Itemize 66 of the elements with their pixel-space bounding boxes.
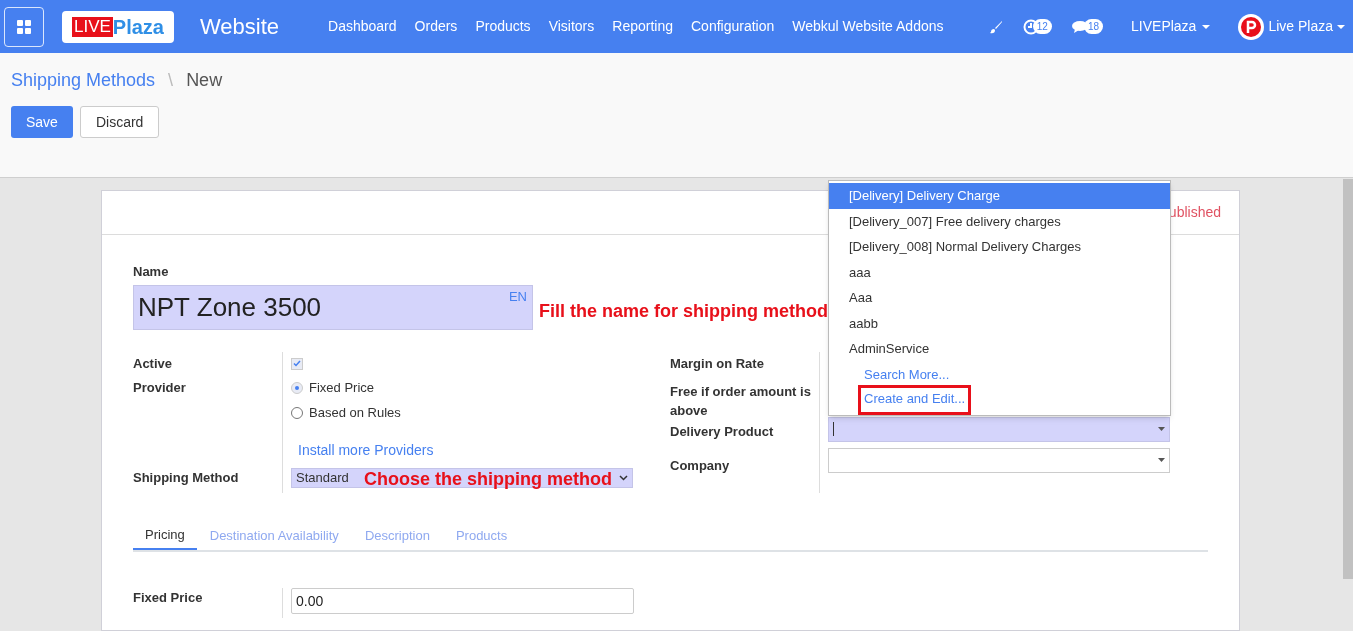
breadcrumb-link[interactable]: Shipping Methods (11, 67, 156, 94)
field-label: Free if order amount is above (670, 382, 812, 420)
tab[interactable]: Pricing (133, 521, 197, 550)
tab[interactable]: Destination Availability (196, 521, 352, 550)
option-label: Fixed Price (309, 379, 375, 398)
scrollbar[interactable] (1343, 179, 1353, 579)
shipping-method-select[interactable]: Standard Choose the shipping method (291, 467, 633, 488)
field-label: Shipping Method (133, 468, 240, 487)
name-field[interactable]: NPT Zone 3500 EN (133, 284, 533, 330)
dropdown-action-link[interactable]: Search More... (864, 364, 950, 384)
menu-item[interactable]: Products (466, 16, 540, 37)
dropdown-option[interactable]: [Delivery_008] Normal Delivery Charges (829, 234, 1170, 260)
dropdown-action-link[interactable]: Create and Edit... (858, 384, 972, 415)
field-label: Delivery Product (670, 422, 775, 441)
dropdown-option[interactable]: [Delivery] Delivery Charge (829, 183, 1170, 209)
annotation-text: Fill the name for shipping method (539, 299, 828, 323)
menu-item[interactable]: Webkul Website Addons (783, 16, 953, 37)
field-label: Fixed Price (133, 587, 283, 618)
radio-button[interactable] (291, 407, 303, 419)
option-label: Based on Rules (309, 404, 401, 423)
save-button[interactable]: Save (11, 106, 73, 138)
dropdown-option[interactable]: [Delivery_007] Free delivery charges (829, 208, 1170, 234)
dropdown-field[interactable] (828, 447, 1170, 473)
avatar-icon (1238, 13, 1265, 40)
dropdown-option[interactable]: Aaa (829, 285, 1170, 311)
annotation-text: Choose the shipping method (364, 467, 612, 491)
menu-item[interactable]: Dashboard (319, 16, 406, 37)
status-label: ublished (1168, 203, 1221, 222)
app-name: Website (200, 13, 280, 41)
menu-item[interactable]: Reporting (603, 16, 682, 37)
field-label: Margin on Rate (670, 354, 765, 373)
radio-button[interactable] (291, 382, 303, 394)
caret-icon (1202, 24, 1211, 29)
field-label: Name (133, 263, 169, 281)
count-badge: 18 (1083, 19, 1104, 34)
caret-icon (1158, 458, 1165, 462)
caret-icon (1337, 24, 1345, 29)
field-label: Company (670, 456, 731, 475)
user-menu[interactable]: Live Plaza (1238, 13, 1345, 40)
dropdown-option[interactable]: aaa (829, 259, 1170, 285)
caret-icon (1158, 427, 1165, 431)
dropdown-option[interactable]: aabb (829, 310, 1170, 336)
brush-icon[interactable] (988, 19, 1003, 34)
install-providers-link[interactable]: Install more Providers (298, 441, 434, 458)
breadcrumb-current: New (186, 69, 223, 92)
tab[interactable]: Description (351, 521, 443, 550)
field-label: Provider (133, 378, 187, 397)
apps-menu-button[interactable] (4, 6, 44, 47)
tab[interactable]: Products (442, 521, 521, 550)
chevron-icon (619, 474, 628, 481)
apps-icon (16, 18, 32, 35)
count-badge: 12 (1032, 19, 1052, 34)
dropdown-field[interactable] (828, 416, 1170, 442)
breadcrumb-separator: \ (168, 69, 174, 92)
menu-item[interactable]: Visitors (539, 16, 604, 37)
field-label: Active (133, 354, 174, 373)
language-button[interactable]: EN (508, 286, 527, 306)
menu-item[interactable]: Configuration (682, 16, 784, 37)
menu-item[interactable]: Orders (405, 16, 467, 37)
logo-text: LIVE (72, 16, 113, 37)
checkbox[interactable] (291, 357, 303, 370)
logo-text: Plaza (112, 14, 164, 40)
discard-button[interactable]: Discard (79, 106, 160, 138)
price-field[interactable]: 0.00 (291, 587, 634, 614)
dropdown-option[interactable]: AdminService (829, 336, 1170, 362)
company-switcher[interactable]: LIVEPlaza (1131, 16, 1211, 37)
